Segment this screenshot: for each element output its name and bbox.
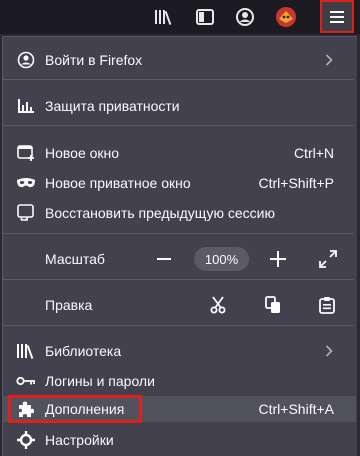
new-private-window-shortcut: Ctrl+Shift+P bbox=[258, 175, 334, 191]
sign-in-label: Войти в Firefox bbox=[45, 52, 143, 68]
library-icon bbox=[16, 341, 36, 361]
gear-icon bbox=[16, 430, 36, 450]
edit-label: Правка bbox=[45, 297, 93, 313]
addons-shortcut: Ctrl+Shift+A bbox=[258, 401, 334, 417]
settings-item[interactable]: Настройки bbox=[0, 425, 352, 455]
new-window-label: Новое окно bbox=[45, 145, 120, 161]
app-menu-button[interactable] bbox=[320, 0, 354, 33]
minus-icon bbox=[157, 258, 171, 260]
separator bbox=[2, 325, 354, 326]
separator bbox=[2, 79, 354, 80]
extension-toolbar-button[interactable] bbox=[272, 3, 300, 31]
logins-label: Логины и пароли bbox=[45, 373, 155, 389]
fullscreen-button[interactable] bbox=[315, 246, 341, 272]
library-toolbar-button[interactable] bbox=[150, 3, 178, 31]
hamburger-icon bbox=[330, 10, 344, 23]
private-mask-icon bbox=[16, 173, 36, 193]
new-private-window-item[interactable]: Новое приватное окно Ctrl+Shift+P bbox=[0, 168, 352, 198]
restore-session-item[interactable]: Восстановить предыдущую сессию bbox=[0, 198, 352, 228]
addons-highlight-box bbox=[8, 395, 142, 423]
new-window-icon bbox=[16, 143, 36, 163]
privacy-label: Защита приватности bbox=[45, 98, 180, 114]
account-toolbar-button[interactable] bbox=[231, 3, 259, 31]
account-icon bbox=[16, 50, 36, 70]
cut-button[interactable] bbox=[205, 292, 231, 318]
library-item[interactable]: Библиотека bbox=[0, 336, 352, 366]
privacy-protections-item[interactable]: Защита приватности bbox=[0, 91, 352, 121]
copy-icon bbox=[265, 296, 280, 313]
separator bbox=[2, 233, 354, 234]
browser-toolbar bbox=[0, 0, 360, 34]
paste-button[interactable] bbox=[314, 292, 340, 318]
new-window-item[interactable]: Новое окно Ctrl+N bbox=[0, 138, 352, 168]
plus-icon bbox=[270, 251, 286, 267]
sidebar-toolbar-button[interactable] bbox=[191, 3, 219, 31]
new-private-window-label: Новое приватное окно bbox=[45, 175, 191, 191]
privacy-chart-icon bbox=[16, 96, 36, 116]
sign-in-item[interactable]: Войти в Firefox bbox=[0, 45, 352, 75]
separator bbox=[2, 279, 354, 280]
zoom-reset-button[interactable]: 100% bbox=[194, 247, 249, 271]
restore-session-label: Восстановить предыдущую сессию bbox=[45, 205, 275, 221]
library-icon bbox=[155, 10, 172, 25]
zoom-out-button[interactable] bbox=[151, 246, 177, 272]
account-icon bbox=[236, 8, 254, 26]
restore-session-icon bbox=[16, 203, 36, 223]
logins-passwords-item[interactable]: Логины и пароли bbox=[0, 366, 352, 396]
settings-label: Настройки bbox=[45, 432, 114, 448]
scissors-icon bbox=[210, 296, 226, 314]
edit-row: Правка bbox=[0, 290, 352, 320]
library-label: Библиотека bbox=[45, 343, 122, 359]
zoom-row: Масштаб 100% bbox=[0, 244, 352, 274]
fullscreen-icon bbox=[319, 250, 337, 268]
clipboard-icon bbox=[319, 297, 335, 314]
separator bbox=[2, 125, 354, 126]
new-window-shortcut: Ctrl+N bbox=[293, 145, 334, 161]
extension-avatar-icon bbox=[276, 7, 296, 27]
sidebar-icon bbox=[196, 9, 214, 25]
chevron-right-icon bbox=[322, 53, 336, 67]
chevron-right-icon bbox=[322, 344, 336, 358]
copy-button[interactable] bbox=[260, 292, 286, 318]
key-icon bbox=[16, 371, 36, 391]
zoom-in-button[interactable] bbox=[265, 246, 291, 272]
zoom-label: Масштаб bbox=[45, 251, 105, 267]
